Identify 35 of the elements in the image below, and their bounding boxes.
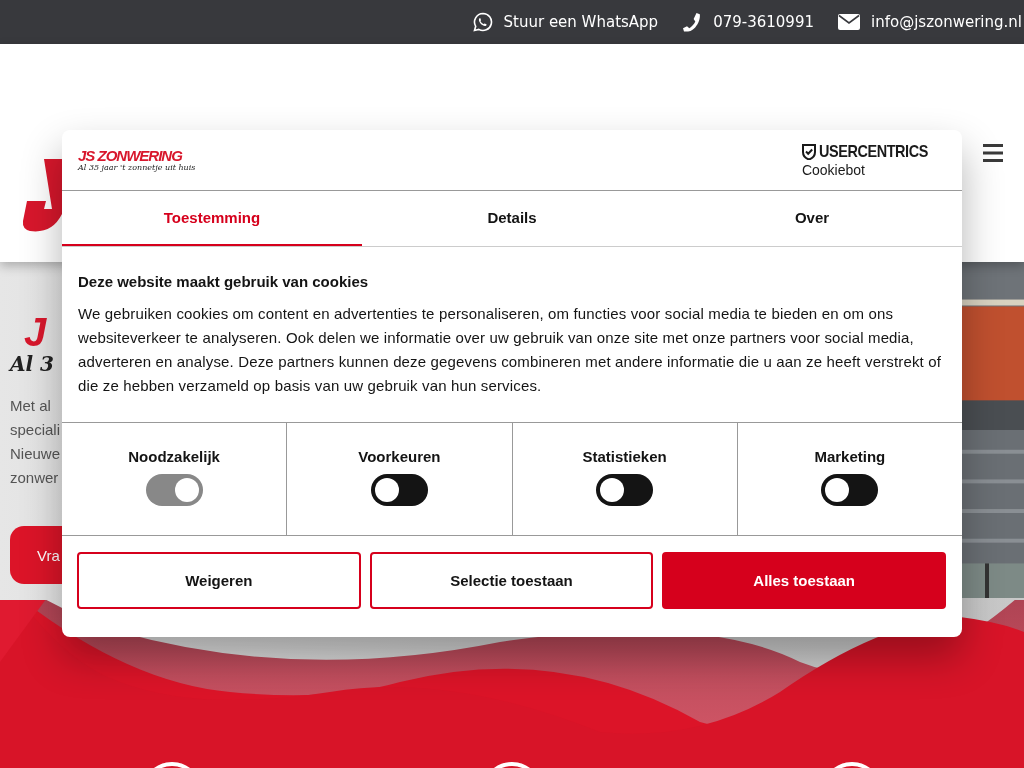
tagline: Al 3 (10, 352, 55, 376)
cta-button[interactable]: Vra (10, 526, 62, 584)
logo-drawing[interactable] (22, 159, 62, 234)
accept-all-button[interactable]: Alles toestaan (662, 552, 946, 609)
brand-tagline: Al 35 jaar 't zonnetje uit huis (78, 162, 196, 173)
paragraph-line: speciali (10, 420, 62, 440)
contact-link[interactable]: info@jszonwering.nl (871, 13, 1022, 31)
tab[interactable]: Details (362, 191, 662, 246)
paragraph-line: Met al (10, 396, 52, 416)
category-label: Marketing (814, 448, 886, 465)
category-label: Voorkeuren (358, 448, 441, 465)
toggle-switch[interactable] (821, 474, 879, 506)
menu-icon[interactable] (983, 143, 1003, 163)
shield-icon (801, 144, 816, 160)
envelope-icon (838, 14, 860, 30)
dialog-text: We gebruiken cookies om content en advertenties te personaliseren, om functies voor social media te bieden en om ons websiteverkeer te analyseren. Ook delen we informatie over uw gebruik van onze site met onze partners voor social media, adverteren en analyse. Deze partners kunnen deze gegevens combineren met andere informatie die u aan ze heeft verstrekt of die ze hebben verzameld op basis van uw gebruik van hun services. (78, 304, 942, 396)
provider-name: USERCENTRICS (818, 142, 928, 162)
choice-button[interactable]: Weigeren (77, 552, 361, 609)
paragraph-line: zonwer (10, 468, 60, 488)
toggle-switch[interactable] (596, 474, 654, 506)
brand-logo: JS ZONWERING (78, 147, 184, 163)
contact-link[interactable]: 079-3610991 (713, 13, 814, 31)
tab[interactable]: Over (662, 191, 962, 246)
logo: J (24, 314, 48, 350)
paragraph-line: Nieuwe (10, 444, 62, 464)
category-label: Statistieken (582, 448, 667, 465)
chat-bubble-icon (472, 12, 493, 32)
category-label: Noodzakelijk (128, 448, 220, 465)
phone-icon (682, 12, 703, 32)
dialog-title: Deze website maakt gebruik van cookies (78, 273, 370, 290)
tab[interactable]: Toestemming (62, 191, 362, 246)
choice-button[interactable]: Selectie toestaan (369, 552, 654, 609)
contact-link[interactable]: Stuur een WhatsApp (503, 13, 659, 31)
provider-product: Cookiebot (801, 162, 866, 178)
toggle-switch[interactable] (370, 474, 428, 506)
